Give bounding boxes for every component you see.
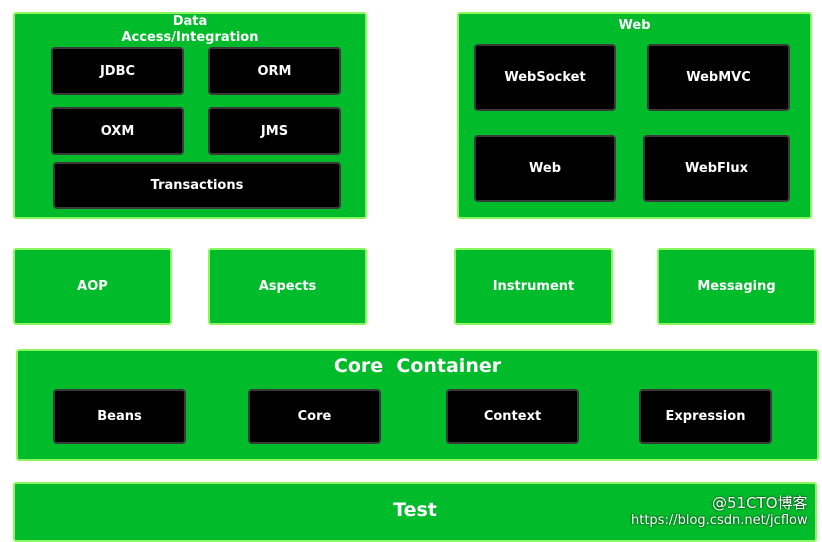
module-context: Context xyxy=(446,389,579,444)
module-web: Web xyxy=(474,135,616,202)
module-transactions: Transactions xyxy=(53,162,341,209)
data-access-title: Data Access/Integration xyxy=(121,14,259,45)
web-title: Web xyxy=(618,18,651,33)
module-oxm: OXM xyxy=(51,107,184,155)
module-aspects: Aspects xyxy=(208,248,367,325)
module-webflux: WebFlux xyxy=(643,135,790,202)
test-group: Test xyxy=(13,482,817,542)
watermark-brand: @51CTO博客 xyxy=(712,494,808,512)
module-orm: ORM xyxy=(208,47,341,95)
watermark-url: https://blog.csdn.net/jcflow xyxy=(631,513,808,528)
module-instrument: Instrument xyxy=(454,248,613,325)
module-messaging: Messaging xyxy=(657,248,816,325)
module-aop: AOP xyxy=(13,248,172,325)
module-websocket: WebSocket xyxy=(474,44,616,111)
module-webmvc: WebMVC xyxy=(647,44,790,111)
module-expression: Expression xyxy=(639,389,772,444)
core-container-title: Core Container xyxy=(333,355,502,377)
module-beans: Beans xyxy=(53,389,186,444)
module-jdbc: JDBC xyxy=(51,47,184,95)
module-core: Core xyxy=(248,389,381,444)
module-jms: JMS xyxy=(208,107,341,155)
